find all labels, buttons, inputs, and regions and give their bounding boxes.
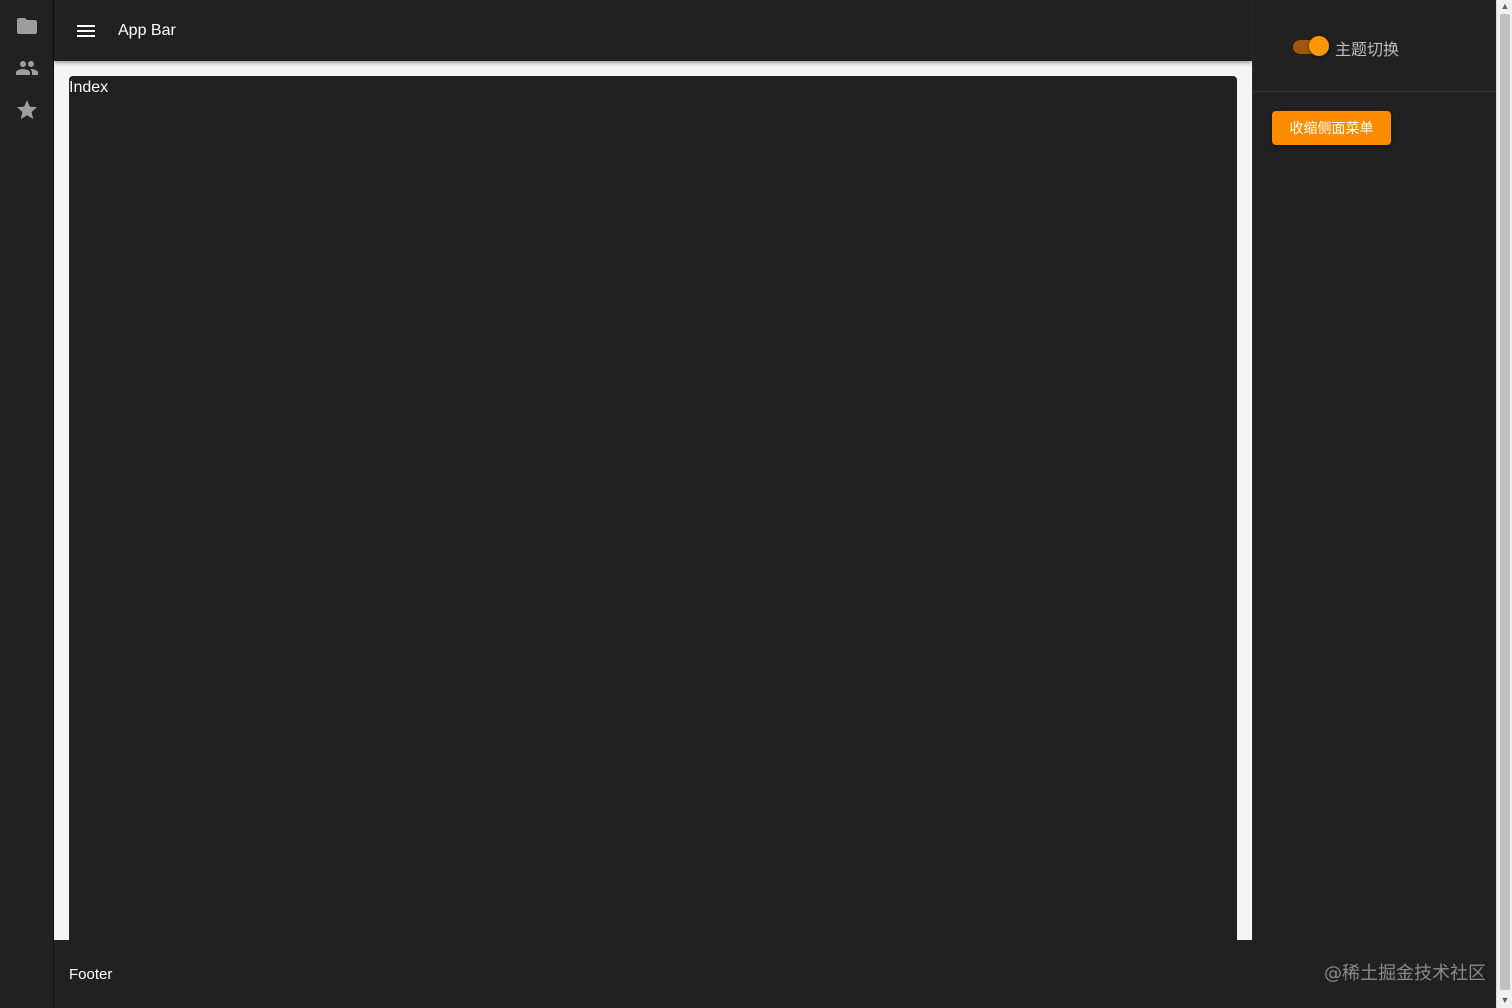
page-title: Index	[69, 79, 109, 96]
app-bar-title: App Bar	[118, 21, 176, 39]
right-drawer: 主题切换 收缩侧面菜单	[1252, 0, 1496, 940]
watermark: @稀土掘金技术社区	[1324, 963, 1486, 984]
rail-item-star[interactable]	[13, 96, 41, 124]
vertical-scrollbar[interactable]: ▲ ▼	[1496, 0, 1512, 1008]
toggle-thumb	[1309, 36, 1329, 56]
theme-toggle-switch[interactable]	[1291, 36, 1329, 56]
scroll-up-icon[interactable]: ▲	[1500, 0, 1510, 12]
scrollbar-thumb[interactable]	[1500, 14, 1510, 990]
folder-icon	[17, 18, 37, 34]
rail-item-folder[interactable]	[13, 12, 41, 40]
theme-toggle-label: 主题切换	[1335, 42, 1400, 59]
rail-item-people[interactable]	[13, 54, 41, 82]
star-icon	[17, 100, 37, 119]
main-content	[69, 76, 1237, 946]
app-root: App Bar Index 主题切换 收缩侧面菜单 Footer @稀土掘金技术…	[0, 0, 1512, 1008]
nav-rail	[0, 0, 54, 1008]
hamburger-menu-icon	[77, 24, 95, 37]
menu-button[interactable]	[66, 11, 106, 51]
scroll-down-icon[interactable]: ▼	[1500, 994, 1510, 1006]
footer: Footer @稀土掘金技术社区	[54, 940, 1496, 1008]
collapse-side-menu-button[interactable]: 收缩侧面菜单	[1272, 111, 1391, 145]
people-icon	[16, 61, 38, 75]
app-bar: App Bar	[54, 0, 1252, 61]
footer-text: Footer	[69, 966, 113, 983]
drawer-header: 主题切换	[1253, 0, 1496, 92]
